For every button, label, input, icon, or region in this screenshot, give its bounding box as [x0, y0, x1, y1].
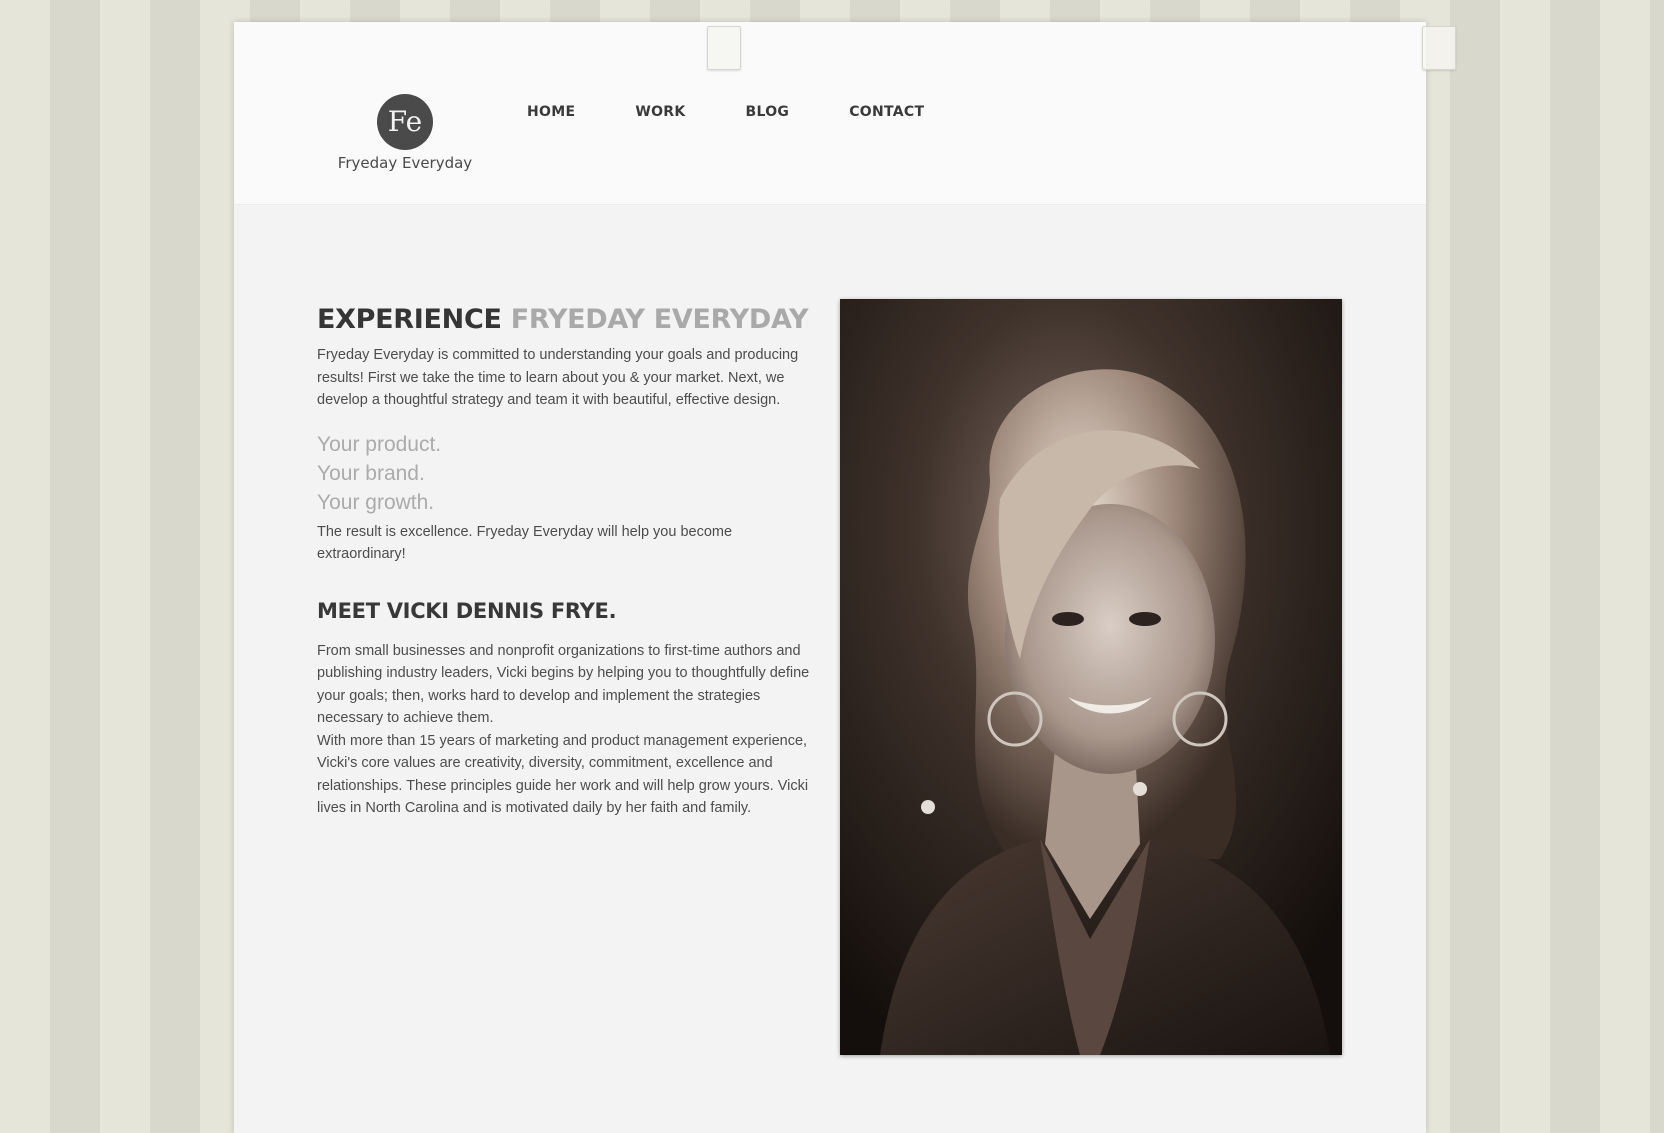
portrait-photo	[840, 299, 1342, 1055]
site-logo[interactable]: Fe Fryeday Everyday	[330, 94, 480, 172]
tagline-growth: Your growth.	[317, 490, 435, 514]
main-nav: HOME WORK BLOG CONTACT	[527, 104, 984, 120]
tagline-product: Your product.	[317, 432, 442, 456]
tagline-list: Your product. Your brand. Your growth.	[317, 430, 817, 517]
logo-monogram-icon: Fe	[377, 94, 433, 150]
bio-paragraph-2: With more than 15 years of marketing and…	[317, 732, 809, 817]
nav-home[interactable]: HOME	[527, 104, 575, 120]
bio-paragraph-1: From small businesses and nonprofit orga…	[317, 642, 810, 727]
tagline-brand: Your brand.	[317, 461, 425, 485]
logo-wordmark: Fryeday Everyday	[337, 154, 473, 172]
page-headline: EXPERIENCE FRYEDAY EVERYDAY	[317, 300, 817, 340]
headline-light: FRYEDAY EVERYDAY	[510, 304, 809, 335]
page-paper: Fe Fryeday Everyday HOME WORK BLOG CONTA…	[234, 22, 1456, 1133]
portrait-illustration	[840, 299, 1342, 1055]
nav-blog[interactable]: BLOG	[746, 104, 790, 120]
site-header: Fe Fryeday Everyday HOME WORK BLOG CONTA…	[234, 22, 1426, 205]
main-content: EXPERIENCE FRYEDAY EVERYDAY Fryeday Ever…	[317, 300, 817, 820]
nav-work[interactable]: WORK	[635, 104, 685, 120]
about-heading: MEET VICKI DENNIS FRYE.	[317, 598, 617, 623]
headline-dark: EXPERIENCE	[317, 304, 502, 335]
result-statement: The result is excellence. Fryeday Everyd…	[317, 523, 733, 563]
intro-paragraph: Fryeday Everyday is committed to underst…	[317, 347, 799, 408]
tape-strip-left	[707, 26, 741, 70]
nav-contact[interactable]: CONTACT	[849, 104, 924, 120]
tape-strip-right	[1422, 26, 1456, 70]
